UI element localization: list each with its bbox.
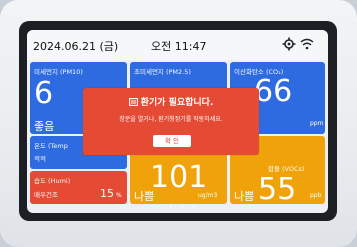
co2-value: 66	[254, 74, 293, 109]
co2-unit: ppm	[310, 120, 324, 127]
humi-label: 습도 (Humi)	[34, 177, 71, 185]
popup-message: 창문을 열거나, 환기청정기를 작동하세요.	[119, 116, 223, 123]
pm25-label: 초미세먼지 (PM2.5)	[134, 68, 191, 76]
gear-icon[interactable]	[282, 37, 296, 51]
status-bar: 2024.06.21 (금) 오전 11:47	[27, 30, 328, 60]
pm25-low-value: 101	[150, 160, 208, 195]
voc-value: 55	[258, 172, 297, 204]
ventilation-alert-popup: 환기가 필요합니다. 창문을 열거나, 환기청정기를 작동하세요. 확 인	[83, 88, 259, 155]
pm10-label: 미세먼지 (PM10)	[34, 68, 83, 76]
temp-status: 적적	[34, 155, 46, 163]
pm25-low-unit: ug/m3	[198, 192, 218, 199]
page-indicator: • • •	[169, 204, 199, 211]
pm10-value: 6	[34, 76, 54, 111]
wifi-icon	[300, 38, 314, 50]
popup-title: 환기가 필요합니다.	[140, 98, 214, 108]
screen: 2024.06.21 (금) 오전 11:47 미세먼지 (PM10) 6 좋음…	[27, 30, 328, 213]
confirm-button[interactable]: 확 인	[153, 135, 191, 147]
pm10-status: 좋음	[34, 120, 55, 133]
voc-unit: ppb	[310, 192, 322, 199]
popup-title-row: 환기가 필요합니다.	[83, 95, 259, 108]
humi-tile[interactable]: 습도 (Humi) 매우건조 15 %	[30, 171, 127, 204]
humi-value: 15	[100, 187, 114, 200]
humi-unit: %	[116, 192, 122, 199]
date-text: 2024.06.21 (금)	[33, 40, 119, 53]
time-text: 오전 11:47	[151, 40, 207, 53]
humi-status: 매우건조	[34, 191, 58, 199]
temp-label: 온도 (Temp	[34, 142, 68, 150]
pm25-low-status: 나쁨	[134, 190, 155, 203]
ventilation-icon	[128, 98, 138, 106]
voc-status: 나쁨	[234, 190, 255, 203]
